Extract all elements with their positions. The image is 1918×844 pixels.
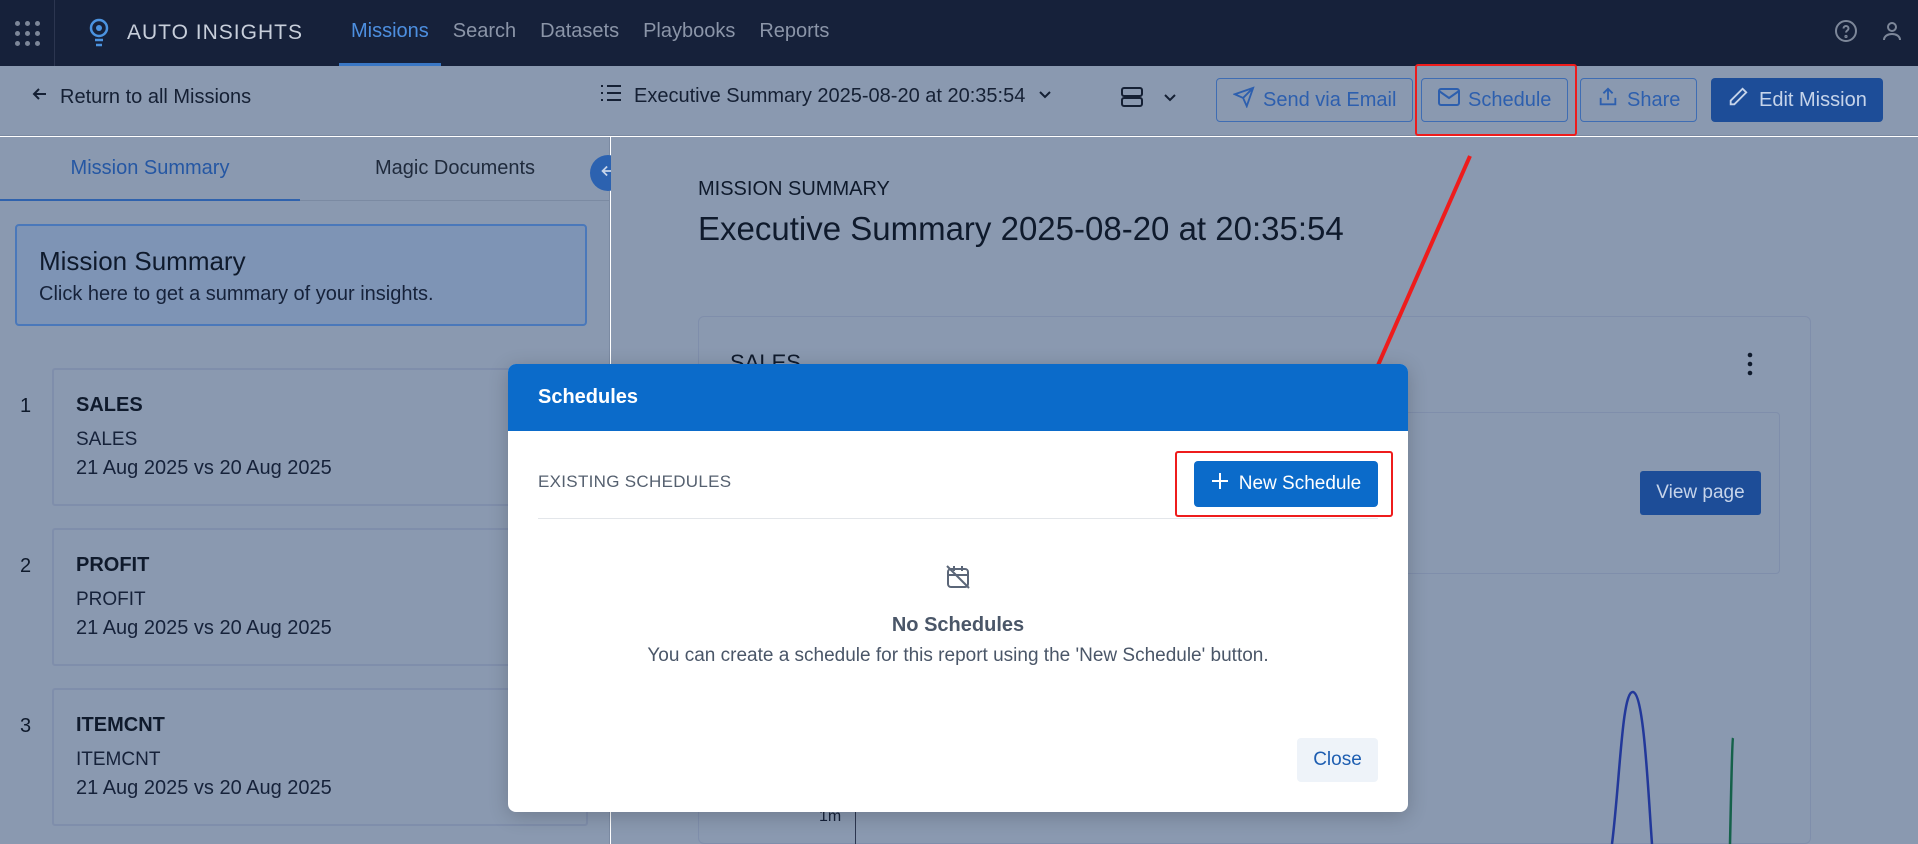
list-item-date: 21 Aug 2025 vs 20 Aug 2025 bbox=[76, 617, 332, 639]
list-item-date: 21 Aug 2025 vs 20 Aug 2025 bbox=[76, 777, 332, 799]
list-item-subtitle: PROFIT bbox=[76, 589, 146, 610]
list-item-title: SALES bbox=[76, 394, 143, 416]
nav-missions[interactable]: Missions bbox=[338, 0, 441, 66]
list-item-number: 2 bbox=[20, 555, 32, 577]
brand-name: AUTO INSIGHTS bbox=[127, 21, 303, 44]
list-item-number: 1 bbox=[20, 395, 32, 417]
nav-search[interactable]: Search bbox=[441, 0, 528, 66]
list-item-subtitle: SALES bbox=[76, 429, 138, 450]
return-to-missions-link[interactable]: Return to all Missions bbox=[30, 84, 251, 110]
send-via-email-label: Send via Email bbox=[1263, 88, 1397, 111]
schedules-dialog: Schedules EXISTING SCHEDULES New Schedul… bbox=[508, 364, 1408, 812]
arrow-left-icon bbox=[30, 84, 50, 110]
mission-summary-title: Mission Summary bbox=[39, 246, 246, 276]
edit-mission-label: Edit Mission bbox=[1759, 88, 1867, 111]
list-item-title: ITEMCNT bbox=[76, 714, 165, 736]
plus-icon bbox=[1211, 472, 1229, 496]
mission-summary-card[interactable]: Mission Summary Click here to get a summ… bbox=[15, 224, 587, 326]
send-icon bbox=[1232, 86, 1255, 114]
nav-divider bbox=[54, 0, 55, 66]
return-label: Return to all Missions bbox=[60, 85, 252, 108]
page-eyebrow: MISSION SUMMARY bbox=[698, 178, 890, 200]
send-via-email-button[interactable]: Send via Email bbox=[1216, 78, 1414, 122]
list-icon bbox=[600, 84, 622, 108]
report-selector[interactable]: Executive Summary 2025-08-20 at 20:35:54 bbox=[600, 84, 1053, 108]
page-title: Executive Summary 2025-08-20 at 20:35:54 bbox=[698, 210, 1344, 247]
nav-datasets[interactable]: Datasets bbox=[528, 0, 631, 66]
dialog-title: Schedules bbox=[508, 364, 1408, 431]
schedule-button[interactable]: Schedule bbox=[1421, 78, 1569, 122]
list-item-date: 21 Aug 2025 vs 20 Aug 2025 bbox=[76, 457, 332, 479]
layout-view-selector[interactable] bbox=[1120, 86, 1178, 113]
mission-summary-desc: Click here to get a summary of your insi… bbox=[39, 283, 434, 305]
top-navbar: AUTO INSIGHTS Missions Search Datasets P… bbox=[0, 0, 1918, 66]
existing-schedules-label: EXISTING SCHEDULES bbox=[538, 472, 732, 491]
nav-playbooks[interactable]: Playbooks bbox=[631, 0, 747, 66]
nav-reports[interactable]: Reports bbox=[747, 0, 841, 66]
schedule-label: Schedule bbox=[1468, 88, 1552, 111]
list-item-title: PROFIT bbox=[76, 554, 150, 576]
main-nav: Missions Search Datasets Playbooks Repor… bbox=[338, 0, 841, 66]
nav-utilities bbox=[1834, 0, 1904, 66]
new-schedule-button[interactable]: New Schedule bbox=[1194, 461, 1378, 507]
lightbulb-logo-icon bbox=[85, 16, 113, 50]
user-profile-icon[interactable] bbox=[1880, 19, 1904, 48]
list-item-subtitle: ITEMCNT bbox=[76, 749, 161, 770]
share-label: Share bbox=[1627, 88, 1681, 111]
tab-magic-documents[interactable]: Magic Documents bbox=[300, 137, 610, 201]
chevron-down-icon bbox=[1037, 85, 1053, 108]
report-title: Executive Summary 2025-08-20 at 20:35:54 bbox=[634, 84, 1026, 107]
section-divider bbox=[538, 518, 1378, 519]
more-options-icon[interactable] bbox=[1740, 350, 1760, 383]
chevron-down-icon bbox=[1162, 89, 1178, 110]
help-icon[interactable] bbox=[1834, 19, 1858, 48]
mail-icon bbox=[1438, 88, 1460, 112]
layout-icon bbox=[1120, 86, 1144, 113]
calendar-off-icon bbox=[945, 564, 971, 595]
new-schedule-label: New Schedule bbox=[1238, 473, 1362, 494]
chart-preview bbox=[1610, 690, 1735, 844]
pencil-icon bbox=[1727, 86, 1749, 114]
empty-state-description: You can create a schedule for this repor… bbox=[647, 645, 1269, 666]
close-button[interactable]: Close bbox=[1297, 738, 1378, 782]
share-button[interactable]: Share bbox=[1580, 78, 1698, 122]
share-icon bbox=[1597, 86, 1619, 114]
app-grid-icon[interactable] bbox=[12, 18, 42, 48]
tab-mission-summary[interactable]: Mission Summary bbox=[0, 137, 300, 201]
list-item-number: 3 bbox=[20, 715, 32, 737]
view-page-button[interactable]: View page bbox=[1640, 471, 1761, 515]
empty-state-title: No Schedules bbox=[891, 614, 1025, 636]
edit-mission-button[interactable]: Edit Mission bbox=[1711, 78, 1883, 122]
